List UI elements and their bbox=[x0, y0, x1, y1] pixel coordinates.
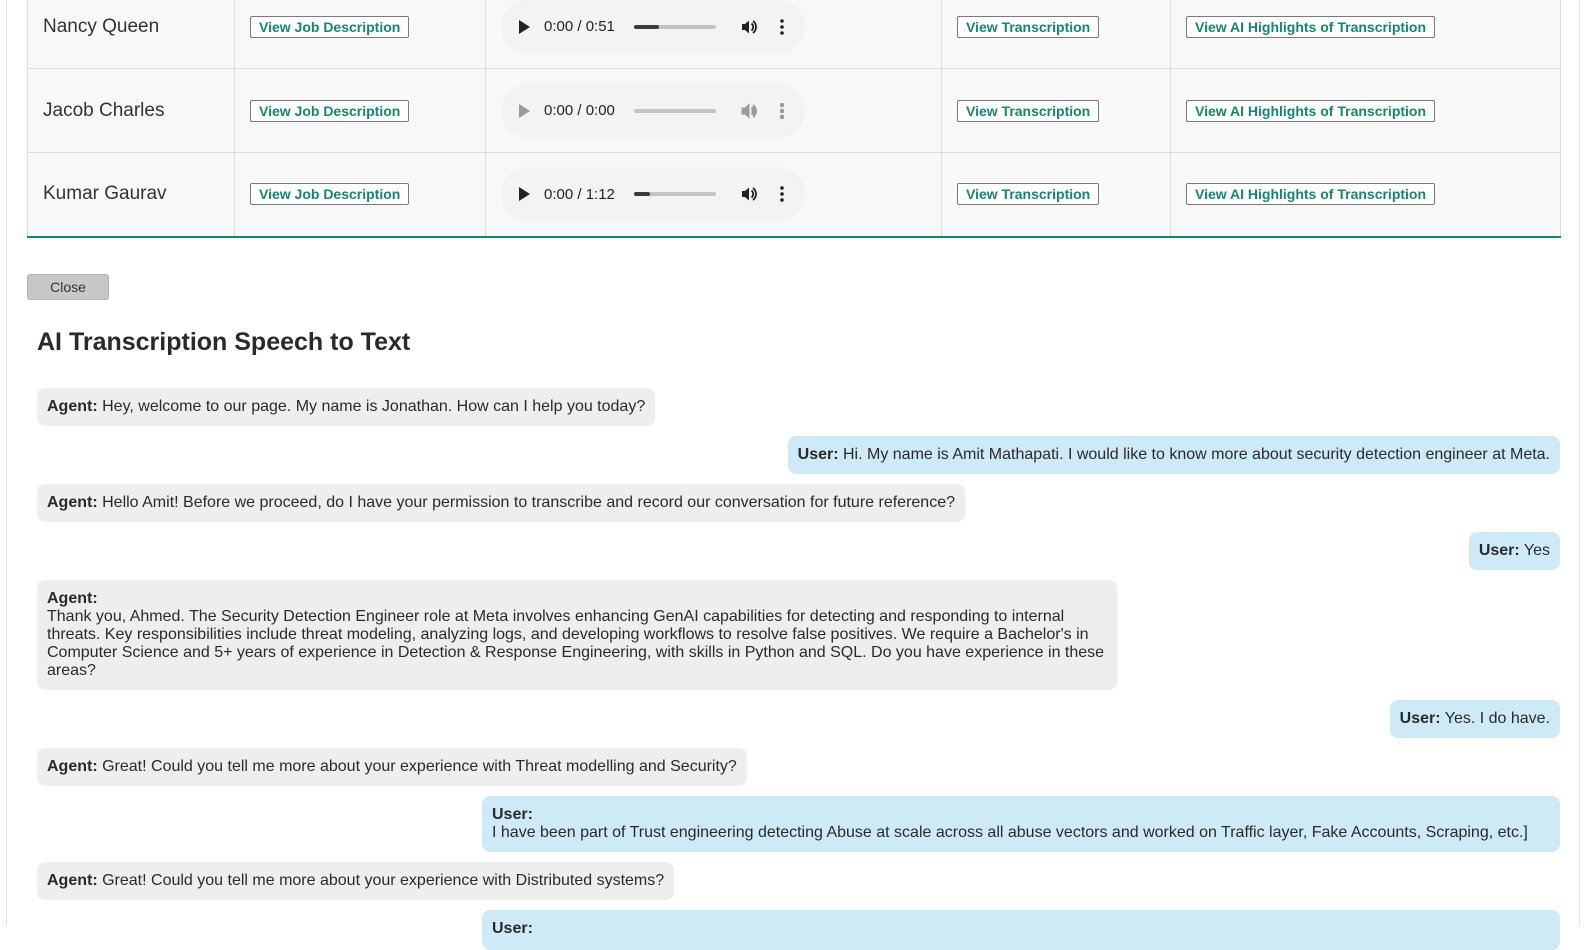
table-row: Nancy Queen View Job Description 0:00 / … bbox=[27, 0, 1561, 69]
user-message: User: bbox=[482, 910, 1560, 950]
view-transcription-button[interactable]: View Transcription bbox=[957, 183, 1100, 206]
volume-icon[interactable] bbox=[740, 18, 758, 36]
view-job-description-button[interactable]: View Job Description bbox=[250, 183, 410, 206]
candidate-name: Nancy Queen bbox=[43, 15, 160, 37]
audio-time: 0:00 / 0:51 bbox=[544, 18, 615, 35]
speaker-label: User: bbox=[492, 806, 533, 823]
message-text: Great! Could you tell me more about your… bbox=[102, 872, 665, 889]
view-transcription-button[interactable]: View Transcription bbox=[957, 15, 1100, 38]
more-options-icon[interactable] bbox=[774, 185, 790, 203]
message-text: Hi. My name is Amit Mathapati. I would l… bbox=[843, 446, 1550, 463]
speaker-label: Agent: bbox=[47, 494, 98, 511]
agent-message: Agent: Thank you, Ahmed. The Security De… bbox=[37, 580, 1117, 690]
speaker-label: User: bbox=[492, 920, 533, 937]
section-title: AI Transcription Speech to Text bbox=[37, 328, 411, 356]
play-icon[interactable] bbox=[519, 103, 530, 118]
candidates-table: Nancy Queen View Job Description 0:00 / … bbox=[27, 0, 1561, 238]
speaker-label: Agent: bbox=[47, 398, 98, 415]
message-text: I have been part of Trust engineering de… bbox=[492, 824, 1528, 841]
agent-message: Agent: Hello Amit! Before we proceed, do… bbox=[37, 484, 965, 522]
audio-player[interactable]: 0:00 / 1:12 bbox=[501, 167, 805, 222]
audio-time: 0:00 / 0:00 bbox=[544, 102, 615, 119]
agent-message: Agent: Great! Could you tell me more abo… bbox=[37, 862, 675, 900]
audio-seek-bar[interactable] bbox=[634, 192, 716, 197]
user-message: User: I have been part of Trust engineer… bbox=[482, 796, 1560, 852]
view-ai-highlights-button[interactable]: View AI Highlights of Transcription bbox=[1186, 99, 1436, 122]
volume-icon[interactable] bbox=[740, 185, 758, 203]
audio-progress bbox=[634, 24, 659, 29]
audio-progress bbox=[634, 192, 651, 197]
view-ai-highlights-button[interactable]: View AI Highlights of Transcription bbox=[1186, 15, 1436, 38]
play-icon[interactable] bbox=[519, 19, 530, 34]
view-ai-highlights-button[interactable]: View AI Highlights of Transcription bbox=[1186, 183, 1436, 206]
audio-player[interactable]: 0:00 / 0:00 bbox=[501, 83, 805, 138]
message-text: Yes bbox=[1523, 542, 1550, 559]
table-row: Jacob Charles View Job Description 0:00 … bbox=[27, 68, 1561, 153]
message-text: Yes. I do have. bbox=[1444, 710, 1550, 727]
user-message: User: Yes. I do have. bbox=[1389, 700, 1560, 738]
close-button[interactable]: Close bbox=[27, 274, 109, 300]
speaker-label: Agent: bbox=[47, 590, 98, 607]
audio-seek-bar[interactable] bbox=[634, 108, 716, 113]
table-row: Kumar Gaurav View Job Description 0:00 /… bbox=[27, 152, 1561, 238]
view-job-description-button[interactable]: View Job Description bbox=[250, 99, 410, 122]
view-job-description-button[interactable]: View Job Description bbox=[250, 15, 410, 38]
view-transcription-button[interactable]: View Transcription bbox=[957, 99, 1100, 122]
message-text: Hello Amit! Before we proceed, do I have… bbox=[102, 494, 955, 511]
message-text: Hey, welcome to our page. My name is Jon… bbox=[102, 398, 646, 415]
volume-icon[interactable] bbox=[740, 102, 758, 120]
candidate-name: Kumar Gaurav bbox=[43, 183, 167, 205]
user-message: User: Yes bbox=[1468, 532, 1560, 570]
play-icon[interactable] bbox=[519, 187, 530, 202]
user-message: User: Hi. My name is Amit Mathapati. I w… bbox=[787, 436, 1560, 474]
more-options-icon[interactable] bbox=[774, 102, 790, 120]
speaker-label: User: bbox=[1399, 710, 1441, 727]
audio-player[interactable]: 0:00 / 0:51 bbox=[501, 0, 805, 54]
more-options-icon[interactable] bbox=[774, 18, 790, 36]
audio-time: 0:00 / 1:12 bbox=[544, 185, 615, 203]
candidate-name: Jacob Charles bbox=[43, 99, 165, 121]
message-text: Great! Could you tell me more about your… bbox=[102, 758, 737, 775]
agent-message: Agent: Great! Could you tell me more abo… bbox=[37, 748, 747, 786]
audio-seek-bar[interactable] bbox=[634, 24, 716, 29]
speaker-label: Agent: bbox=[47, 872, 98, 889]
speaker-label: User: bbox=[797, 446, 839, 463]
message-text: Thank you, Ahmed. The Security Detection… bbox=[47, 608, 1105, 679]
speaker-label: Agent: bbox=[47, 758, 98, 775]
agent-message: Agent: Hey, welcome to our page. My name… bbox=[37, 388, 656, 426]
speaker-label: User: bbox=[1478, 542, 1520, 559]
